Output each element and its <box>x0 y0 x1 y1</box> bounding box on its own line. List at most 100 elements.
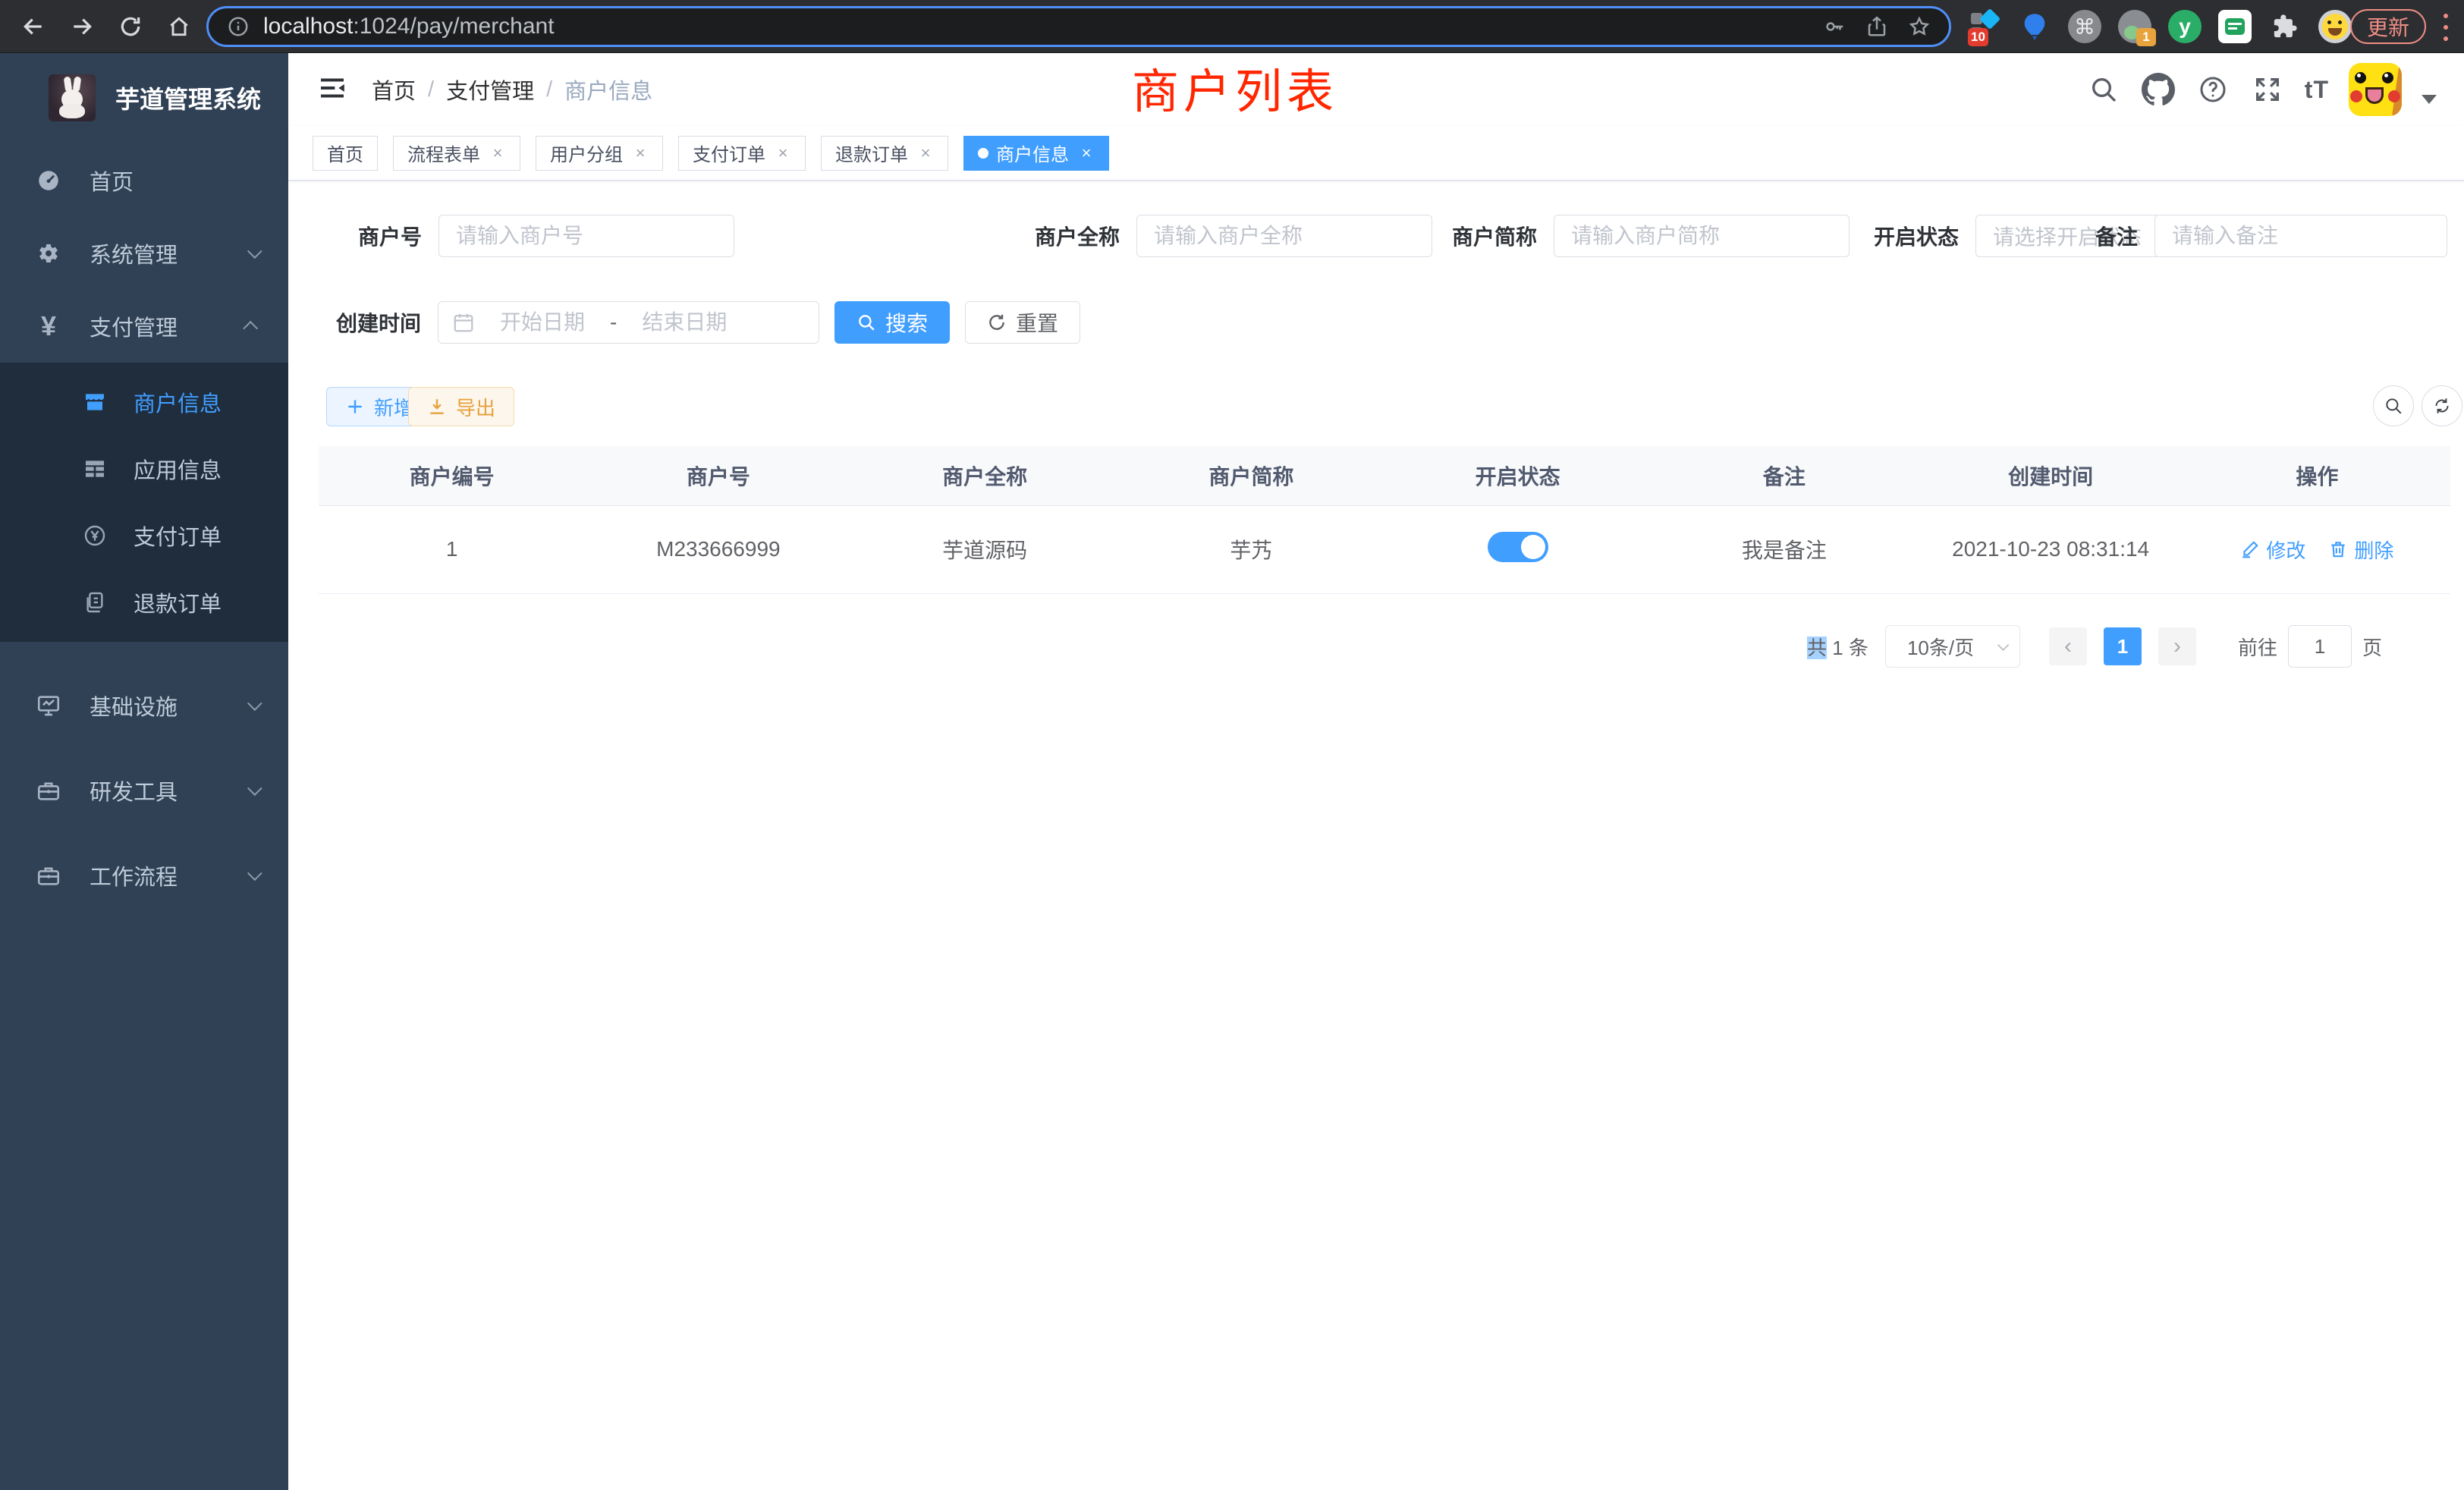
annotation-text: 商户列表 <box>1132 53 1338 121</box>
user-avatar[interactable] <box>2349 63 2402 116</box>
sidebar-item-system[interactable]: 系统管理 <box>0 217 288 290</box>
tampermonkey-extension-icon[interactable]: 10 <box>1966 8 2003 45</box>
sidebar-item-home[interactable]: 首页 <box>0 144 288 217</box>
toggle-search-button[interactable] <box>2373 385 2414 426</box>
table-row: 1 M233666999 芋道源码 芋艿 我是备注 2021-10-23 08:… <box>319 505 2450 593</box>
cell-create-time: 2021-10-23 08:31:14 <box>1918 505 2184 593</box>
command-extension-icon[interactable]: ⌘ <box>2066 8 2103 45</box>
close-icon[interactable]: × <box>1078 143 1095 163</box>
breadcrumb: 首页 / 支付管理 / 商户信息 <box>372 74 652 105</box>
bookmark-star-icon[interactable] <box>1908 15 1931 38</box>
yuque-extension-icon[interactable]: y <box>2167 8 2203 45</box>
gray-dot-extension-icon[interactable]: 1 <box>2117 8 2153 45</box>
sidebar-item-infrastructure[interactable]: 基础设施 <box>0 663 288 748</box>
tab-user-group[interactable]: 用户分组× <box>536 136 663 171</box>
close-icon[interactable]: × <box>775 143 791 163</box>
short-name-group: 商户简称 <box>1434 215 1850 257</box>
balloon-extension-icon[interactable] <box>2016 8 2053 45</box>
prev-page-button[interactable]: ‹ <box>2049 627 2087 665</box>
sidebar-toggle-icon[interactable] <box>317 73 350 106</box>
close-icon[interactable]: × <box>489 143 506 163</box>
close-icon[interactable]: × <box>917 143 934 163</box>
back-icon[interactable] <box>17 10 50 43</box>
remark-group: 备注 <box>2068 215 2447 257</box>
chevron-down-icon <box>247 244 262 259</box>
sidebar: 芋道管理系统 首页 系统管理 ¥ 支付管理 商户信息 <box>0 53 288 1490</box>
merchant-no-input[interactable] <box>438 215 734 257</box>
tab-refund-order[interactable]: 退款订单× <box>821 136 948 171</box>
active-dot-icon <box>978 148 988 159</box>
sidebar-logo-row[interactable]: 芋道管理系统 <box>0 53 288 143</box>
help-icon[interactable] <box>2195 72 2230 107</box>
page-number-1[interactable]: 1 <box>2104 627 2142 665</box>
sidebar-item-workflow[interactable]: 工作流程 <box>0 833 288 918</box>
avatar-caret-icon[interactable] <box>2422 95 2437 104</box>
share-icon[interactable] <box>1865 15 1888 38</box>
chrome-update-button[interactable]: 更新 <box>2350 9 2426 44</box>
create-time-group: 创建时间 - <box>332 301 819 344</box>
col-merchant-no: 商户号 <box>585 446 851 505</box>
col-actions: 操作 <box>2184 446 2450 505</box>
chevron-down-icon <box>247 696 262 711</box>
edit-link[interactable]: 修改 <box>2240 536 2305 564</box>
create-time-range-picker[interactable]: - <box>438 301 819 344</box>
page-size-select[interactable]: 10条/页 <box>1885 625 2020 668</box>
cell-merchant-id: 1 <box>319 505 585 593</box>
export-button[interactable]: 导出 <box>408 387 514 426</box>
sidebar-item-pay-order[interactable]: 支付订单 <box>0 502 288 569</box>
sidebar-item-merchant-info[interactable]: 商户信息 <box>0 369 288 435</box>
header-search-icon[interactable] <box>2086 72 2121 107</box>
key-icon[interactable] <box>1823 15 1846 38</box>
github-icon[interactable] <box>2141 72 2176 107</box>
end-date-input[interactable] <box>627 310 741 335</box>
chat-extension-icon[interactable] <box>2217 8 2253 45</box>
sidebar-item-refund-order[interactable]: 退款订单 <box>0 569 288 636</box>
home-icon[interactable] <box>162 10 196 43</box>
navbar: 首页 / 支付管理 / 商户信息 tT <box>288 53 2464 126</box>
next-page-button[interactable]: › <box>2158 627 2196 665</box>
tab-process-form[interactable]: 流程表单× <box>393 136 520 171</box>
chrome-menu-icon[interactable] <box>2443 14 2449 41</box>
breadcrumb-payment[interactable]: 支付管理 <box>446 74 534 105</box>
breadcrumb-home[interactable]: 首页 <box>372 74 416 105</box>
url-bar[interactable]: localhost:1024/pay/merchant <box>206 6 1951 47</box>
col-create-time: 创建时间 <box>1918 446 2184 505</box>
extensions-row: 10 ⌘ 1 y <box>1966 0 2353 53</box>
remark-input[interactable] <box>2154 215 2447 257</box>
close-icon[interactable]: × <box>632 143 649 163</box>
delete-link[interactable]: 删除 <box>2328 536 2393 564</box>
cell-remark: 我是备注 <box>1651 505 1917 593</box>
breadcrumb-separator: / <box>428 77 434 102</box>
sidebar-item-payment[interactable]: ¥ 支付管理 <box>0 290 288 363</box>
reset-button[interactable]: 重置 <box>965 301 1080 344</box>
cell-actions: 修改 删除 <box>2184 505 2450 593</box>
font-size-icon[interactable]: tT <box>2305 76 2329 104</box>
forward-icon[interactable] <box>65 10 99 43</box>
search-button[interactable]: 搜索 <box>834 301 950 344</box>
profile-avatar-icon[interactable] <box>2317 8 2353 45</box>
search-icon <box>856 313 876 332</box>
sidebar-item-dev-tools[interactable]: 研发工具 <box>0 748 288 833</box>
tab-home[interactable]: 首页 <box>313 136 378 171</box>
short-name-input[interactable] <box>1554 215 1850 257</box>
sidebar-item-app-info[interactable]: 应用信息 <box>0 435 288 502</box>
tab-merchant-info[interactable]: 商户信息× <box>963 136 1109 171</box>
full-name-input[interactable] <box>1136 215 1432 257</box>
search-icon <box>2384 396 2403 416</box>
toolbox-icon <box>33 778 64 803</box>
extensions-puzzle-icon[interactable] <box>2267 8 2303 45</box>
start-date-input[interactable] <box>486 310 599 335</box>
document-icon <box>80 590 109 615</box>
page-content: 商户号 商户全称 商户简称 开启状态 请选择开启状态 备注 <box>288 181 2464 1490</box>
app-window: 芋道管理系统 首页 系统管理 ¥ 支付管理 商户信息 <box>0 53 2464 1490</box>
create-time-label: 创建时间 <box>332 307 421 338</box>
goto-page-input[interactable] <box>2288 625 2352 668</box>
refresh-table-button[interactable] <box>2422 385 2462 426</box>
tab-pay-order[interactable]: 支付订单× <box>678 136 806 171</box>
status-toggle[interactable] <box>1488 532 1548 562</box>
merchant-no-label: 商户号 <box>332 221 422 251</box>
fullscreen-icon[interactable] <box>2250 72 2285 107</box>
page-info-icon[interactable] <box>227 15 250 38</box>
reload-icon[interactable] <box>114 10 147 43</box>
gear-icon <box>33 240 64 266</box>
